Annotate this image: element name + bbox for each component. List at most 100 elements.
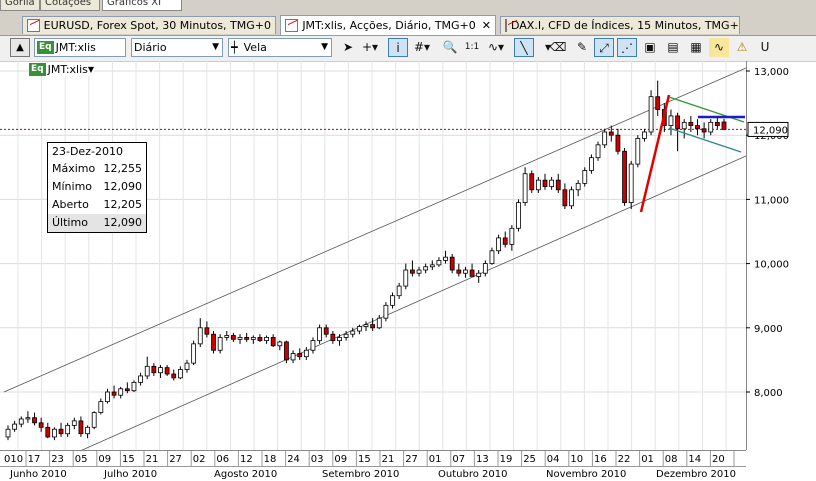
top-tab-graficos[interactable]: Gráficos XI <box>102 0 182 11</box>
candle <box>555 173 561 193</box>
collapse-button[interactable]: ▲ <box>10 38 30 57</box>
info-icon[interactable]: i <box>388 38 408 57</box>
candle <box>549 176 555 190</box>
candle <box>589 154 594 174</box>
info-row-min: Mínimo 12,090 <box>52 180 142 193</box>
chart-style-select[interactable]: ┿ Vela ▼ <box>228 38 332 57</box>
compare-icon[interactable]: ▤ <box>663 38 683 57</box>
y-tick-label: 13,000 <box>754 67 789 78</box>
candle <box>449 253 455 274</box>
x-day-label: 04 <box>547 454 560 465</box>
x-day-label: 27 <box>169 454 182 465</box>
trend-channel-icon[interactable]: ⤢ <box>594 38 614 57</box>
fibonacci-icon[interactable]: ⋰ <box>617 38 637 57</box>
candles <box>5 80 727 441</box>
tab-dax[interactable]: DAX.I, CFD de Índices, 15 Minutos, TMG+0 <box>500 16 740 34</box>
wave-icon[interactable]: ∿ <box>709 38 729 57</box>
candle <box>529 170 535 193</box>
chart-symbol-header[interactable]: Eq JMT:xlis ▼ <box>29 63 95 76</box>
x-month-label: Setembro 2010 <box>322 469 399 480</box>
close-icon[interactable]: ✕ <box>482 19 491 32</box>
indicator-icon[interactable]: ∿▾ <box>486 38 506 57</box>
candle <box>476 270 482 283</box>
info-row-max: Máximo 12,255 <box>52 162 142 175</box>
candle <box>45 422 51 439</box>
candle <box>65 422 71 437</box>
candle <box>224 331 230 341</box>
template-icon[interactable]: ▦ <box>686 38 706 57</box>
chevron-down-icon: ▼ <box>321 42 328 52</box>
candle <box>542 173 548 190</box>
candle <box>177 366 183 380</box>
candle <box>105 388 110 404</box>
candle <box>575 180 581 197</box>
candle-icon: ┿ <box>231 41 238 54</box>
candle <box>303 347 309 360</box>
one-to-one-icon[interactable]: 1:1 <box>462 38 482 57</box>
candle <box>250 335 256 344</box>
tab-eurusd[interactable]: EURUSD, Forex Spot, 30 Minutos, TMG+0 <box>22 16 276 34</box>
x-day-label: 01 <box>641 454 654 465</box>
candle <box>496 234 501 254</box>
candle <box>264 335 269 344</box>
equity-badge: Eq <box>29 63 46 76</box>
crosshair-icon[interactable]: +▾ <box>360 38 380 57</box>
candle <box>423 263 429 274</box>
x-day-label: 12 <box>240 454 253 465</box>
time-axis: 010 17 23 05 09 15 21 27 02 06 12 18 24 03 09 15 21 27 01 0… <box>0 451 746 480</box>
candle <box>363 321 369 332</box>
x-day-label: 13 <box>476 454 489 465</box>
price-axis: 13,00012,00011,00010,0009,0008,000 <box>746 67 789 399</box>
candle <box>191 340 197 366</box>
tab-label: DAX.I, CFD de Índices, 15 Minutos, TMG+0 <box>511 19 740 32</box>
x-day-label: 17 <box>28 454 41 465</box>
grid-icon[interactable]: #▾ <box>412 38 432 57</box>
ohlc-info-box: 23-Dez-2010 Máximo 12,255 Mínimo 12,090 Ab… <box>47 142 147 233</box>
candle <box>595 141 601 161</box>
top-tab-cotacoes[interactable]: Cotações <box>40 0 100 11</box>
candle <box>569 186 574 210</box>
candle <box>12 420 18 432</box>
x-day-label: 21 <box>382 454 395 465</box>
x-month-label: Novembro 2010 <box>546 469 626 480</box>
x-day-label: 23 <box>51 454 64 465</box>
candle <box>443 250 448 264</box>
symbol-input[interactable]: Eq JMT:xlis <box>34 38 126 57</box>
period-select[interactable]: Diário ▼ <box>131 38 223 57</box>
candle <box>284 340 289 364</box>
draw-icon[interactable]: ✎ <box>572 38 592 57</box>
chart-symbol-label: JMT:xlis <box>47 63 88 76</box>
info-row-open: Aberto 12,205 <box>52 198 142 211</box>
candle <box>635 135 641 168</box>
line-tool-icon[interactable]: ╲ <box>514 38 534 57</box>
candle <box>522 167 528 206</box>
candle <box>158 365 163 378</box>
info-row-last: Último 12,090 <box>48 214 146 232</box>
candle <box>204 321 210 338</box>
candle <box>562 183 568 210</box>
candlestick-chart[interactable]: 13,00012,00011,00010,0009,0008,000 010 17… <box>0 61 816 481</box>
fit-icon[interactable]: ▣ <box>640 38 660 57</box>
y-tick-label: 8,000 <box>754 388 783 399</box>
toolbar: ▲ Eq JMT:xlis Diário ▼ ┿ Vela ▼ ➤ +▾ i #… <box>0 36 816 62</box>
tab-label: EURUSD, Forex Spot, 30 Minutos, TMG+0 <box>43 19 271 32</box>
eraser-icon[interactable]: ⌫ <box>548 38 568 57</box>
alert-icon[interactable]: ⚠ <box>732 38 752 57</box>
candle <box>502 231 508 248</box>
symbol-value: JMT:xlis <box>55 41 96 54</box>
candle <box>516 199 521 232</box>
zoom-icon[interactable]: 🔍 <box>440 38 460 57</box>
tab-jmt[interactable]: JMT:xlis, Acções, Diário, TMG+0 ✕ <box>280 15 496 35</box>
cursor-icon[interactable]: ➤ <box>338 38 358 57</box>
top-tab-gorila[interactable]: Gorila <box>0 0 40 11</box>
x-day-label: 010 <box>4 454 23 465</box>
candle <box>370 318 376 332</box>
candle <box>695 119 700 136</box>
magnet-icon[interactable]: U <box>755 38 775 57</box>
candle <box>197 318 203 348</box>
period-value: Diário <box>134 41 167 54</box>
x-month-label: Julho 2010 <box>103 469 157 480</box>
equity-badge: Eq <box>37 41 54 54</box>
candle <box>25 411 31 423</box>
candle <box>628 160 634 210</box>
